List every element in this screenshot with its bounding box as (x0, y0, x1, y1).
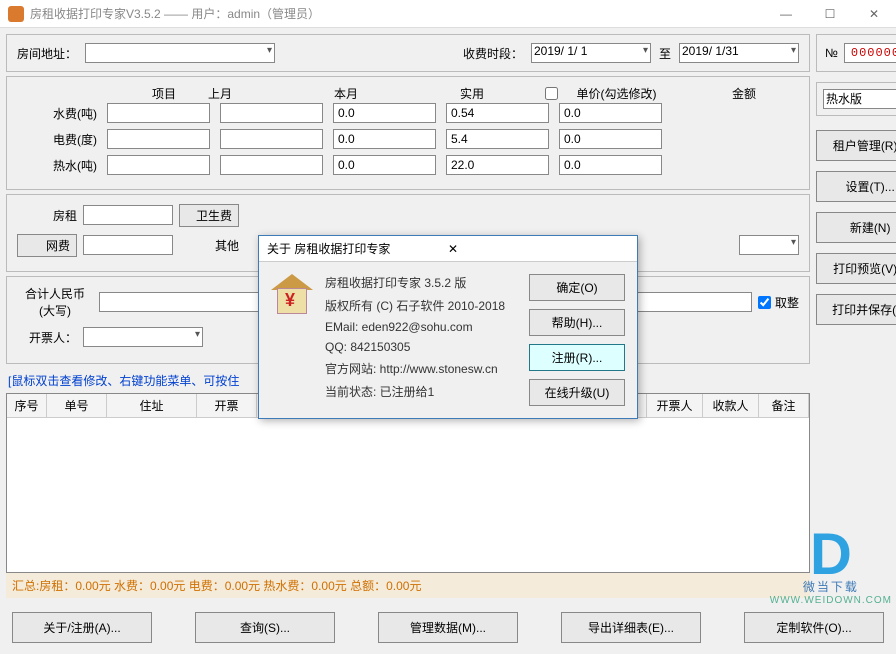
house-yen-icon: ¥ (271, 274, 313, 316)
print-save-button[interactable]: 打印并保存(P) (816, 294, 896, 325)
room-address-label: 房间地址： (17, 45, 77, 62)
period-label: 收费时段： (463, 45, 523, 62)
net-input[interactable] (83, 235, 173, 255)
maximize-button[interactable]: ☐ (808, 0, 852, 28)
export-button[interactable]: 导出详细表(E)... (561, 612, 701, 643)
dialog-register-button[interactable]: 注册(R)... (529, 344, 625, 371)
utilities-header: 项目 上月 本月 实用 单价(勾选修改) 金额 (17, 85, 799, 103)
round-checkbox[interactable] (758, 296, 771, 309)
dialog-update-button[interactable]: 在线升级(U) (529, 379, 625, 406)
date-to[interactable]: 2019/ 1/31 (679, 43, 799, 63)
new-button[interactable]: 新建(N) (816, 212, 896, 243)
about-info: 房租收据打印专家 3.5.2 版 版权所有 (C) 石子软件 2010-2018… (325, 274, 517, 406)
version-combo[interactable]: 热水版 (823, 89, 896, 109)
water-amount[interactable] (559, 103, 662, 123)
elec-price[interactable] (446, 129, 549, 149)
dialog-title: 关于 房租收据打印专家 (267, 240, 442, 257)
hot-this[interactable] (220, 155, 323, 175)
minimize-button[interactable]: — (764, 0, 808, 28)
room-address-combo[interactable] (85, 43, 275, 63)
window-title: 房租收据打印专家V3.5.2 —— 用户：admin（管理员） (30, 5, 764, 22)
summary-bar: 汇总:房租：0.00元 水费：0.00元 电费：0.00元 热水费：0.00元 … (6, 573, 810, 598)
app-icon (8, 6, 24, 22)
about-dialog: 关于 房租收据打印专家 ✕ ¥ 房租收据打印专家 3.5.2 版 版权所有 (C… (258, 235, 638, 419)
other-combo[interactable] (739, 235, 799, 255)
titlebar: 房租收据打印专家V3.5.2 —— 用户：admin（管理员） — ☐ ✕ (0, 0, 896, 28)
water-this[interactable] (220, 103, 323, 123)
settings-button[interactable]: 设置(T)... (816, 171, 896, 202)
water-price[interactable] (446, 103, 549, 123)
hot-amount[interactable] (559, 155, 662, 175)
receipt-no: № 0000001 (816, 34, 896, 72)
to-label: 至 (659, 45, 671, 62)
hot-price[interactable] (446, 155, 549, 175)
elec-actual[interactable] (333, 129, 436, 149)
clean-fee-button[interactable]: 卫生费 (179, 204, 239, 227)
dialog-help-button[interactable]: 帮助(H)... (529, 309, 625, 336)
hot-actual[interactable] (333, 155, 436, 175)
dialog-close-button[interactable]: ✕ (442, 242, 629, 256)
about-register-button[interactable]: 关于/注册(A)... (12, 612, 152, 643)
custom-software-button[interactable]: 定制软件(O)... (744, 612, 884, 643)
query-button[interactable]: 查询(S)... (195, 612, 335, 643)
elec-this[interactable] (220, 129, 323, 149)
manage-data-button[interactable]: 管理数据(M)... (378, 612, 518, 643)
hotwater-row: 热水(吨) (17, 155, 799, 175)
issuer-combo[interactable] (83, 327, 203, 347)
elec-amount[interactable] (559, 129, 662, 149)
receipt-no-value: 0000001 (844, 43, 896, 63)
electric-row: 电费(度) (17, 129, 799, 149)
water-actual[interactable] (333, 103, 436, 123)
close-button[interactable]: ✕ (852, 0, 896, 28)
rent-input[interactable] (83, 205, 173, 225)
net-fee-button[interactable]: 网费 (17, 234, 77, 257)
date-from[interactable]: 2019/ 1/ 1 (531, 43, 651, 63)
water-row: 水费(吨) (17, 103, 799, 123)
price-edit-checkbox[interactable] (545, 87, 558, 100)
tenant-manage-button[interactable]: 租户管理(R)... (816, 130, 896, 161)
dialog-ok-button[interactable]: 确定(O) (529, 274, 625, 301)
water-last[interactable] (107, 103, 210, 123)
elec-last[interactable] (107, 129, 210, 149)
print-preview-button[interactable]: 打印预览(V)... (816, 253, 896, 284)
hot-last[interactable] (107, 155, 210, 175)
records-table[interactable]: 序号 单号 住址 开票 总金额 开票人 收款人 备注 (6, 393, 810, 573)
